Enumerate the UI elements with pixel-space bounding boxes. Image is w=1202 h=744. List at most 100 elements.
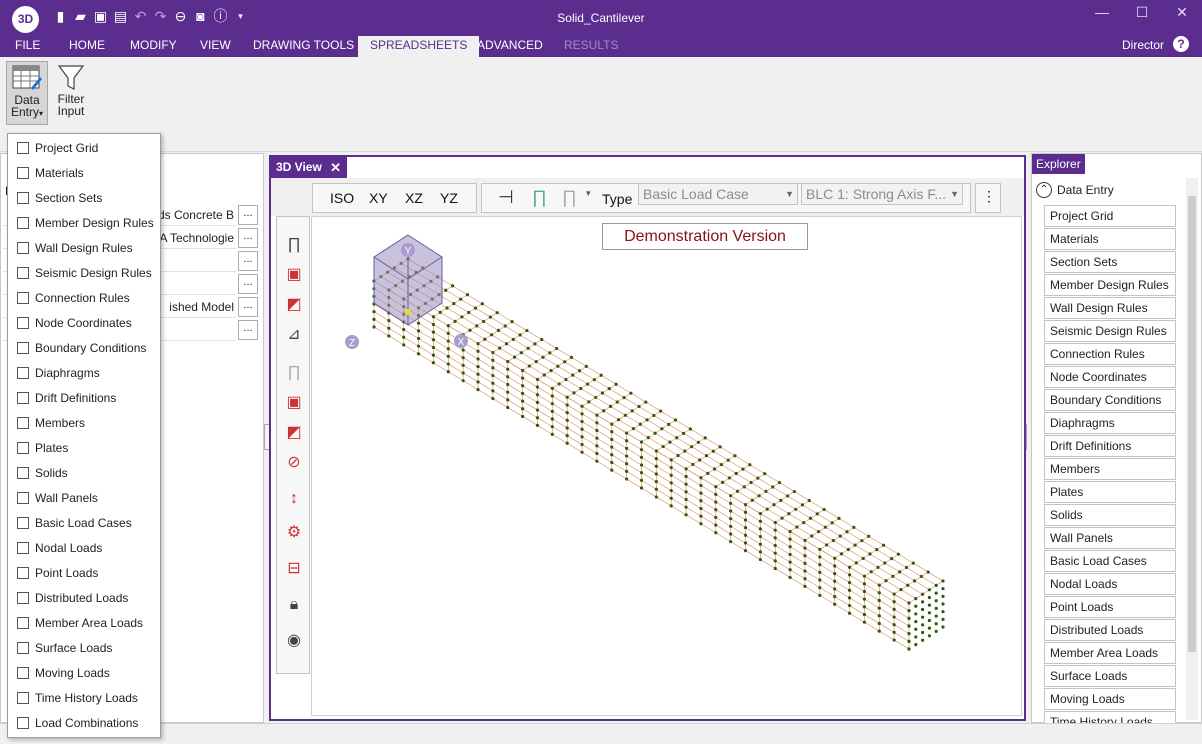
explorer-item[interactable]: Member Area Loads — [1044, 642, 1176, 664]
plate-hide-icon[interactable]: ⊘ — [285, 453, 303, 473]
load-toggle-icon[interactable]: ∏ — [532, 187, 547, 208]
checkbox[interactable] — [17, 591, 29, 604]
browse-button[interactable]: ... — [238, 320, 258, 340]
filter-input-button[interactable]: Filter Input — [52, 61, 90, 125]
checkbox[interactable] — [17, 566, 29, 579]
chevron-down-icon[interactable]: ▾ — [586, 188, 591, 199]
explorer-item[interactable]: Node Coordinates — [1044, 366, 1176, 388]
explorer-item[interactable]: Drift Definitions — [1044, 435, 1176, 457]
checkbox[interactable] — [17, 166, 29, 179]
tab-spreadsheets[interactable]: SPREADSHEETS — [358, 36, 480, 57]
menu-item-project-grid[interactable]: Project Grid — [8, 135, 160, 160]
explorer-item[interactable]: Moving Loads — [1044, 688, 1176, 710]
checkbox[interactable] — [17, 391, 29, 404]
maximize-icon[interactable]: ☐ — [1122, 4, 1162, 21]
explorer-item[interactable]: Nodal Loads — [1044, 573, 1176, 595]
checkbox[interactable] — [17, 341, 29, 354]
yz-view-button[interactable]: YZ — [440, 190, 458, 206]
menu-item-seismic-design-rules[interactable]: Seismic Design Rules — [8, 260, 160, 285]
data-entry-button[interactable]: Data Entry▾ — [6, 61, 48, 125]
iso-view-button[interactable]: ISO — [330, 190, 354, 206]
menu-item-time-history-loads[interactable]: Time History Loads — [8, 685, 160, 710]
checkbox[interactable] — [17, 716, 29, 729]
load-display-icon[interactable]: ⊣ — [498, 187, 514, 208]
tab-3d-view[interactable]: 3D View ✕ — [271, 157, 347, 178]
plate-rendered-icon[interactable]: ▣ — [285, 393, 303, 413]
load-filter-icon[interactable]: ∏ — [562, 187, 577, 208]
tab-view[interactable]: VIEW — [200, 36, 231, 57]
explorer-item[interactable]: Solids — [1044, 504, 1176, 526]
tab-modify[interactable]: MODIFY — [130, 36, 177, 57]
menu-item-diaphragms[interactable]: Diaphragms — [8, 360, 160, 385]
explorer-item[interactable]: Distributed Loads — [1044, 619, 1176, 641]
xz-view-button[interactable]: XZ — [405, 190, 423, 206]
tab-advanced[interactable]: ADVANCED — [477, 36, 543, 57]
plate-display-icon[interactable]: ∏ — [285, 363, 303, 383]
dimension-icon[interactable]: ↕ — [285, 489, 303, 509]
model-canvas[interactable]: Demonstration Version Y Z X — [311, 216, 1022, 716]
checkbox[interactable] — [17, 241, 29, 254]
tab-file[interactable]: FILE — [15, 36, 40, 57]
checkbox[interactable] — [17, 691, 29, 704]
settings-icon[interactable]: ⚙ — [285, 523, 303, 543]
plate-contour-icon[interactable]: ◩ — [285, 423, 303, 443]
member-release-icon[interactable]: ◩ — [285, 295, 303, 315]
help-icon[interactable]: ? — [1173, 36, 1189, 52]
browse-button[interactable]: ... — [238, 228, 258, 248]
menu-item-section-sets[interactable]: Section Sets — [8, 185, 160, 210]
checkbox[interactable] — [17, 641, 29, 654]
checkbox[interactable] — [17, 291, 29, 304]
checkbox[interactable] — [17, 191, 29, 204]
browse-button[interactable]: ... — [238, 297, 258, 317]
scrollbar-thumb[interactable] — [1188, 196, 1196, 652]
lock-icon[interactable]: 🔒︎ — [285, 595, 303, 615]
explorer-item[interactable]: Materials — [1044, 228, 1176, 250]
menu-item-drift-definitions[interactable]: Drift Definitions — [8, 385, 160, 410]
menu-item-member-design-rules[interactable]: Member Design Rules — [8, 210, 160, 235]
member-display-icon[interactable]: ∏ — [285, 235, 303, 255]
tab-results[interactable]: RESULTS — [564, 36, 618, 57]
tab-home[interactable]: HOME — [69, 36, 105, 57]
toolbar-overflow[interactable]: ⋮ — [975, 183, 1001, 213]
explorer-item[interactable]: Surface Loads — [1044, 665, 1176, 687]
menu-item-surface-loads[interactable]: Surface Loads — [8, 635, 160, 660]
explorer-item[interactable]: Basic Load Cases — [1044, 550, 1176, 572]
menu-item-nodal-loads[interactable]: Nodal Loads — [8, 535, 160, 560]
xy-view-button[interactable]: XY — [369, 190, 388, 206]
menu-item-boundary-conditions[interactable]: Boundary Conditions — [8, 335, 160, 360]
menu-item-solids[interactable]: Solids — [8, 460, 160, 485]
load-case-select[interactable]: BLC 1: Strong Axis F... ▼ — [801, 183, 963, 205]
explorer-scrollbar[interactable] — [1186, 178, 1198, 720]
explorer-item[interactable]: Plates — [1044, 481, 1176, 503]
explorer-item[interactable]: Wall Panels — [1044, 527, 1176, 549]
browse-button[interactable]: ... — [238, 274, 258, 294]
menu-item-plates[interactable]: Plates — [8, 435, 160, 460]
user-name[interactable]: Director — [1122, 36, 1164, 55]
explorer-item[interactable]: Connection Rules — [1044, 343, 1176, 365]
checkbox[interactable] — [17, 516, 29, 529]
minimize-icon[interactable]: — — [1082, 4, 1122, 21]
explorer-item[interactable]: Seismic Design Rules — [1044, 320, 1176, 342]
delete-icon[interactable]: ⊟ — [285, 559, 303, 579]
checkbox[interactable] — [17, 216, 29, 229]
explorer-section-toggle[interactable]: ⌃ Data Entry — [1036, 181, 1114, 199]
explorer-item[interactable]: Section Sets — [1044, 251, 1176, 273]
member-rendered-icon[interactable]: ▣ — [285, 265, 303, 285]
menu-item-members[interactable]: Members — [8, 410, 160, 435]
checkbox[interactable] — [17, 141, 29, 154]
explorer-item[interactable]: Boundary Conditions — [1044, 389, 1176, 411]
close-icon[interactable]: ✕ — [330, 157, 341, 178]
explorer-item[interactable]: Wall Design Rules — [1044, 297, 1176, 319]
browse-button[interactable]: ... — [238, 251, 258, 271]
checkbox[interactable] — [17, 266, 29, 279]
menu-item-materials[interactable]: Materials — [8, 160, 160, 185]
explorer-item[interactable]: Project Grid — [1044, 205, 1176, 227]
explorer-item[interactable]: Members — [1044, 458, 1176, 480]
menu-item-wall-design-rules[interactable]: Wall Design Rules — [8, 235, 160, 260]
checkbox[interactable] — [17, 616, 29, 629]
checkbox[interactable] — [17, 666, 29, 679]
browse-button[interactable]: ... — [238, 205, 258, 225]
explorer-header[interactable]: Explorer — [1032, 154, 1085, 174]
menu-item-node-coordinates[interactable]: Node Coordinates — [8, 310, 160, 335]
checkbox[interactable] — [17, 491, 29, 504]
